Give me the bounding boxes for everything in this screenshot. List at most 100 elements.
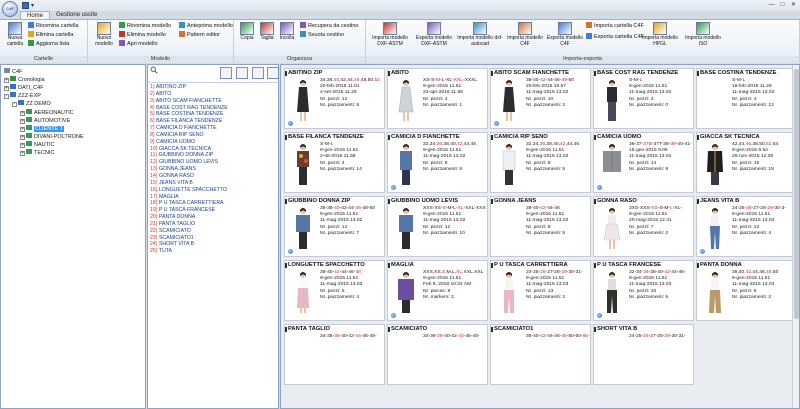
model-list-item[interactable]: 5) BASE COSTINA TENDENZE <box>148 111 278 118</box>
tree-item[interactable]: + Cronologia <box>4 76 45 84</box>
tree-item[interactable]: + TECNIC <box>20 149 54 157</box>
delete-folder-button[interactable]: Elimina cartella <box>28 31 73 39</box>
model-list-item[interactable]: 13) GONNA JEANS <box>148 166 278 173</box>
open-model-button[interactable]: Apri modello <box>119 40 158 48</box>
model-card[interactable]: GIUBBINO DONNA ZIP 36-38-40-42-44-46-48-5… <box>284 196 385 257</box>
model-list-item[interactable]: 9) CAMICIA UOMO <box>148 139 278 146</box>
model-card[interactable]: LONGUETTE SPACCHETTO 38-40-42-44-46-48 9-g… <box>284 260 385 321</box>
model-list-item[interactable]: 7) CAMICIA D FIANCHETTE <box>148 125 278 132</box>
paste-button[interactable]: Incolla <box>277 22 297 42</box>
model-list-item[interactable]: 16) LONGUETTE SPACCHETTO <box>148 187 278 194</box>
tree-item[interactable]: - ZZZ-EXP <box>4 92 41 100</box>
view-mode-icon[interactable] <box>267 67 279 79</box>
preview-model-button[interactable]: Anteprima modello <box>179 22 233 30</box>
sort-by-date-icon[interactable] <box>236 67 248 79</box>
model-card[interactable]: P U TASCA CARRETTIERA 24-25-26-27-28-29-3… <box>490 260 591 321</box>
tree-item[interactable]: + DATI_C4F <box>4 84 44 92</box>
save-icon[interactable] <box>22 2 29 9</box>
model-list-item[interactable]: 15) JEANS VITA B <box>148 180 278 187</box>
tree-expander[interactable]: + <box>20 151 25 156</box>
model-list-item[interactable]: 17) MAGLIA <box>148 194 278 201</box>
tree-expander[interactable]: + <box>20 126 25 132</box>
model-card[interactable]: GIACCA SK TECNICA 42,44,46,48,50,52,54 9-g… <box>696 132 797 193</box>
pattern-editor-button[interactable]: Pattern editor <box>179 31 220 39</box>
model-card[interactable]: JEANS VITA B 24-25-26-27-28-29-30-3- 9-gen… <box>696 196 797 257</box>
model-list-item[interactable]: 10) GIACCA SK TECNICA <box>148 146 278 153</box>
model-list-item[interactable]: 25) TUTA <box>148 248 278 255</box>
model-list-item[interactable]: 19) P U TASCA FRANCESE <box>148 207 278 214</box>
model-card[interactable]: P U TASCA FRANCESE 32-34-36-38-40-42-44-4… <box>593 260 694 321</box>
model-list-item[interactable]: 21) PANTA TAGLIO <box>148 221 278 228</box>
model-card[interactable]: ABITO XS-S-M-L-XL-XXL-XXXL 9-gen-2015 11.5… <box>387 68 488 129</box>
maximize-button[interactable]: □ <box>778 1 787 9</box>
sort-by-name-icon[interactable] <box>220 67 232 79</box>
model-list-item[interactable]: 4) BASE COST RAG TENDENZE <box>148 105 278 112</box>
autocad-button[interactable]: Importa modello dxf-autocad <box>456 22 504 47</box>
model-list-item[interactable]: 12) GIUBBINO UOMO LEVIS <box>148 159 278 166</box>
model-list-item[interactable]: 3) ABITO SCAM FIANCHETTE <box>148 98 278 105</box>
grid-scrollbar-thumb[interactable] <box>794 69 799 319</box>
rename-model-button[interactable]: Rinomina modello <box>119 22 171 30</box>
tree-item[interactable]: - ZZ DEMO <box>12 100 51 108</box>
sort-by-pieces-icon[interactable] <box>252 67 264 79</box>
model-list-item[interactable]: 11) GIUBBINO DONNA ZIP <box>148 152 278 159</box>
tree-expander[interactable]: + <box>20 118 25 124</box>
model-list-item[interactable]: 20) PANTA DONNA <box>148 214 278 221</box>
grid-scrollbar[interactable] <box>792 65 799 408</box>
model-card[interactable]: GIUBBINO UOMO LEVIS XXS-XS-S-M-L-XL-XXL-X… <box>387 196 488 257</box>
model-card[interactable]: SCAMICIATO1 38-40-42-44-46-48-50-60-65- <box>490 324 591 385</box>
dxf-export-button[interactable]: Esporta modello DXF-ASTM <box>414 22 454 47</box>
iso-button[interactable]: Importa modello ISO <box>684 22 722 47</box>
model-card[interactable]: BASE FILANCA TENDENZE S-M-L 9-gen-2015 11.… <box>284 132 385 193</box>
tree-expander[interactable]: + <box>4 86 9 92</box>
model-card[interactable]: CAMICIA UOMO 36-37-37B-37T-38-39-40-41- 15… <box>593 132 694 193</box>
app-logo[interactable]: C4F <box>2 1 18 17</box>
model-card[interactable]: ABITINO ZIP 34,38,40,42,44,46,48,50,52 20-… <box>284 68 385 129</box>
model-list-item[interactable]: 22) SCAMICIATO <box>148 228 278 235</box>
tree-expander[interactable]: + <box>20 110 25 116</box>
model-card[interactable]: BASE COSTINA TENDENZE S-M-L 18-feb-2015 11… <box>696 68 797 129</box>
new-model-button[interactable]: Nuovo modello <box>91 22 117 47</box>
tree-item[interactable]: + DIVANI-POLTRONE <box>20 132 84 141</box>
minimize-button[interactable]: — <box>767 1 776 9</box>
import-folder-button[interactable]: Importa cartella C4F <box>586 22 644 30</box>
model-list-item[interactable]: 8) CAMICIA RIP SENO <box>148 132 278 139</box>
model-card[interactable]: BASE COST RAG TENDENZE S-M-L 9-gen-2015 11… <box>593 68 694 129</box>
model-list-item[interactable]: 23) SCAMICIATO1 <box>148 235 278 242</box>
tree-expander[interactable]: + <box>20 142 25 148</box>
export-folder-button[interactable]: Esporta cartella C4F <box>586 33 644 41</box>
model-list-item[interactable]: 1) ABITINO ZIP <box>148 84 278 91</box>
c4f-import-button[interactable]: Importa modello C4F <box>506 22 544 47</box>
dxf-import-button[interactable]: Importa modello DXF-ASTM <box>368 22 412 47</box>
c4f-export-button[interactable]: Esporta modello C4F <box>546 22 584 47</box>
model-card[interactable]: GONNA RASO 3XS-XXS-XS-S-M-L-XL- 9-gen-2015… <box>593 196 694 257</box>
tree-item[interactable]: + NAUTIC <box>20 140 54 149</box>
restore-button[interactable]: Recupera da cestino <box>300 22 358 30</box>
tree-expander[interactable]: + <box>20 134 25 140</box>
tree-item[interactable]: C4F <box>4 68 22 76</box>
model-card[interactable]: SCAMICIATO 34-36-38-40-42-44-46-48- <box>387 324 488 385</box>
model-card[interactable]: GONNA JEANS 38-40-42-44-46 9-gen-2015 11.5… <box>490 196 591 257</box>
new-folder-button[interactable]: Nuova cartella <box>3 22 27 47</box>
tree-item[interactable]: + CLIENTE 1 <box>20 124 64 133</box>
refresh-list-button[interactable]: Aggiorna lista <box>28 40 69 48</box>
quick-access-dropdown[interactable]: ▾ <box>31 2 34 9</box>
cut-button[interactable]: Taglia <box>257 22 277 42</box>
model-card[interactable]: MAGLIA XXS,XS,S,M,L,XL,XXL,XXL 9-gen-2015 … <box>387 260 488 321</box>
copy-button[interactable]: Copia <box>237 22 257 42</box>
hpgl-button[interactable]: Importa modello HPGL <box>640 22 680 47</box>
model-list-item[interactable]: 18) P U TASCA CARRETTIERA <box>148 200 278 207</box>
tree-expander[interactable]: + <box>4 78 9 84</box>
tree-item[interactable]: + AEREONAUTIC <box>20 108 74 117</box>
model-card[interactable]: SHORT VITA B 24-25-26-27-28-29-30-31- <box>593 324 694 385</box>
model-list-item[interactable]: 6) BASE FILANCA TENDENZE <box>148 118 278 125</box>
close-button[interactable]: ✕ <box>789 1 798 9</box>
tree-expander[interactable]: - <box>12 102 17 108</box>
model-card[interactable]: ABITO SCAM FIANCHETTE 38-40-42-44-46-48-5… <box>490 68 591 129</box>
model-card[interactable]: CAMICIA D FIANCHETTE 32,34,36,38,40,42,44… <box>387 132 488 193</box>
model-list-item[interactable]: 24) SHORT VITA B <box>148 241 278 248</box>
model-list-item[interactable]: 14) GONNA RASO <box>148 173 278 180</box>
empty-trash-button[interactable]: Svuota cestino <box>300 31 344 39</box>
model-card[interactable]: PANTA DONNA 38,40,42,44,46,48,50 9-gen-201… <box>696 260 797 321</box>
tree-item[interactable]: + AUTOMOTIVE <box>20 116 70 125</box>
